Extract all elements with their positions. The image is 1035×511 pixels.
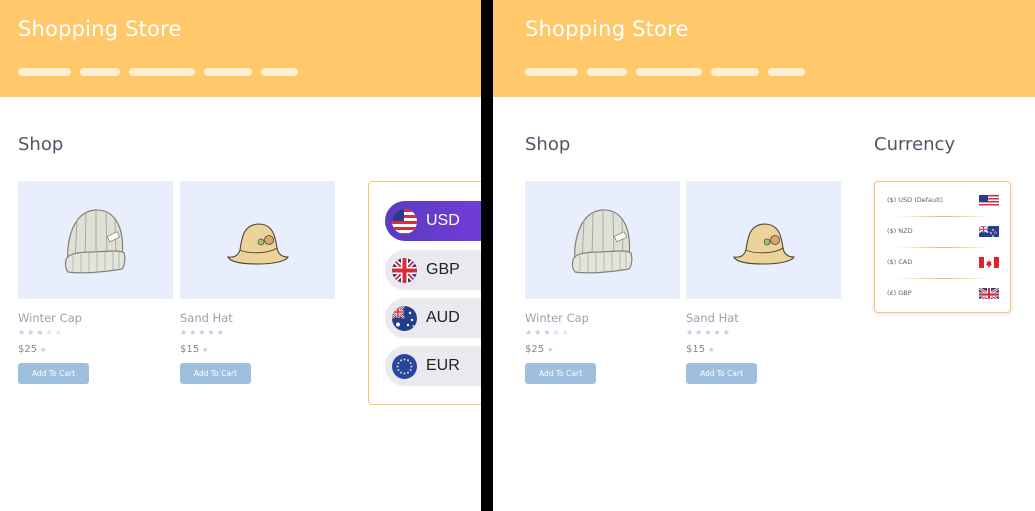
currency-heading: Currency	[874, 134, 956, 155]
left-panel: Shopping Store Shop Winter Cap ★★★★★ $25…	[0, 0, 481, 511]
nav-item-placeholder[interactable]	[261, 68, 298, 76]
store-header: Shopping Store	[0, 0, 481, 97]
divider	[895, 247, 991, 248]
currency-item-gbp[interactable]: (£) GBP	[887, 280, 999, 310]
store-header: Shopping Store	[493, 0, 1035, 97]
store-title[interactable]: Shopping Store	[525, 17, 689, 41]
winter-cap-image[interactable]	[18, 181, 173, 299]
add-to-cart-button[interactable]: Add To Cart	[686, 363, 757, 384]
product-price: $15 ★	[180, 344, 209, 355]
rating-stars: ★★★★★	[525, 328, 571, 337]
currency-label: ($) NZD	[887, 227, 913, 235]
nav-item-placeholder[interactable]	[129, 68, 195, 76]
currency-code: EUR	[426, 357, 460, 374]
currency-option-gbp[interactable]: GBP	[385, 250, 481, 290]
right-panel: Shopping Store Shop Currency Winter Cap	[493, 0, 1035, 511]
product-name[interactable]: Sand Hat	[686, 311, 739, 325]
product-name[interactable]: Sand Hat	[180, 311, 233, 325]
currency-item-usd[interactable]: ($) USD (Default)	[887, 187, 999, 217]
rating-stars: ★★★★★	[686, 328, 732, 337]
nav-item-placeholder[interactable]	[636, 68, 702, 76]
currency-label: ($) USD (Default)	[887, 196, 944, 204]
rating-stars: ★★★★★	[18, 328, 64, 337]
product-price: $25 ★	[18, 344, 47, 355]
store-title[interactable]: Shopping Store	[18, 17, 182, 41]
currency-label: (£) GBP	[887, 289, 912, 297]
currency-code: GBP	[426, 261, 460, 278]
divider	[895, 216, 991, 217]
shop-heading: Shop	[18, 134, 64, 155]
product-card: Winter Cap ★★★★★ $25 ★ Add To Cart	[525, 181, 680, 384]
currency-switcher-widget: USD GBP AUD EUR	[368, 181, 481, 405]
product-card: Sand Hat ★★★★★ $15 ★ Add To Cart	[686, 181, 841, 384]
nav-item-placeholder[interactable]	[587, 68, 627, 76]
add-to-cart-button[interactable]: Add To Cart	[525, 363, 596, 384]
au-flag-icon	[392, 305, 417, 331]
currency-code: USD	[426, 212, 460, 229]
currency-code: AUD	[426, 309, 460, 326]
nav-item-placeholder[interactable]	[204, 68, 252, 76]
rating-stars: ★★★★★	[180, 328, 226, 337]
uk-flag-icon	[979, 286, 999, 299]
sand-hat-image[interactable]	[180, 181, 335, 299]
product-price: $25 ★	[525, 344, 554, 355]
winter-cap-image[interactable]	[525, 181, 680, 299]
add-to-cart-button[interactable]: Add To Cart	[18, 363, 89, 384]
product-price: $15 ★	[686, 344, 715, 355]
currency-item-cad[interactable]: ($) CAD	[887, 249, 999, 279]
panel-divider	[481, 0, 493, 511]
ca-flag-icon	[979, 255, 999, 268]
currency-option-usd[interactable]: USD	[385, 201, 481, 241]
product-name[interactable]: Winter Cap	[525, 311, 589, 325]
us-flag-icon	[979, 193, 999, 206]
currency-option-aud[interactable]: AUD	[385, 298, 481, 338]
currency-label: ($) CAD	[887, 258, 913, 266]
nz-flag-icon	[979, 224, 999, 237]
nav-item-placeholder[interactable]	[18, 68, 71, 76]
add-to-cart-button[interactable]: Add To Cart	[180, 363, 251, 384]
product-card: Winter Cap ★★★★★ $25 ★ Add To Cart	[18, 181, 173, 384]
us-flag-icon	[392, 208, 417, 234]
currency-item-nzd[interactable]: ($) NZD	[887, 218, 999, 248]
currency-option-eur[interactable]: EUR	[385, 346, 481, 386]
nav-item-placeholder[interactable]	[80, 68, 120, 76]
nav-item-placeholder[interactable]	[711, 68, 759, 76]
currency-list-widget: ($) USD (Default) ($) NZD ($) CAD (£) GB…	[874, 181, 1011, 313]
product-name[interactable]: Winter Cap	[18, 311, 82, 325]
nav-item-placeholder[interactable]	[768, 68, 805, 76]
shop-heading: Shop	[525, 134, 571, 155]
divider	[895, 278, 991, 279]
nav-item-placeholder[interactable]	[525, 68, 578, 76]
eu-flag-icon	[392, 353, 417, 379]
sand-hat-image[interactable]	[686, 181, 841, 299]
product-card: Sand Hat ★★★★★ $15 ★ Add To Cart	[180, 181, 335, 384]
uk-flag-icon	[392, 257, 417, 283]
